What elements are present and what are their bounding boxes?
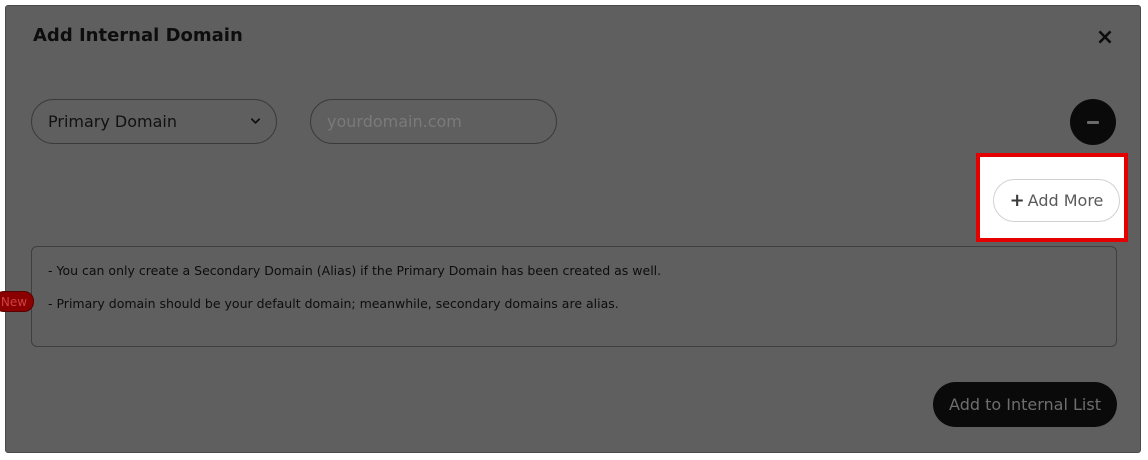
- domain-type-select[interactable]: Primary Domain: [31, 99, 277, 144]
- info-box: - You can only create a Secondary Domain…: [31, 246, 1117, 347]
- domain-input-placeholder: yourdomain.com: [327, 112, 462, 131]
- add-to-internal-list-button[interactable]: Add to Internal List: [933, 382, 1117, 427]
- minus-icon: [1087, 120, 1099, 124]
- add-more-button[interactable]: + Add More: [993, 179, 1120, 222]
- add-more-label: Add More: [1027, 191, 1104, 210]
- new-badge: New: [0, 291, 34, 312]
- modal-title: Add Internal Domain: [33, 25, 243, 46]
- remove-domain-button[interactable]: [1070, 99, 1116, 145]
- close-icon[interactable]: ×: [1094, 25, 1116, 50]
- domain-input[interactable]: yourdomain.com: [310, 99, 557, 144]
- add-internal-domain-modal: Add Internal Domain × Primary Domain you…: [5, 5, 1141, 453]
- chevron-down-icon: [251, 117, 260, 126]
- add-more-highlight: + Add More: [976, 153, 1128, 242]
- info-line: - You can only create a Secondary Domain…: [48, 263, 662, 278]
- domain-type-select-value: Primary Domain: [48, 112, 177, 131]
- plus-icon: +: [1009, 190, 1025, 211]
- info-line: - Primary domain should be your default …: [48, 296, 619, 311]
